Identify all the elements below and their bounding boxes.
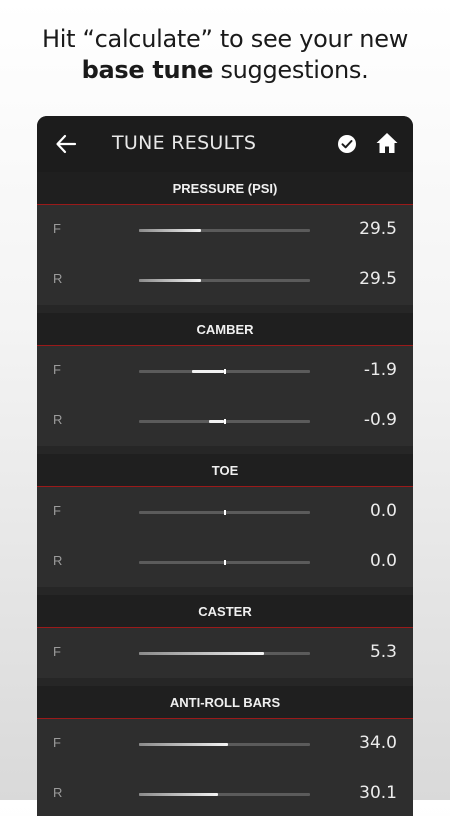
tune-row: R 29.5 <box>37 255 413 305</box>
tune-row: R -0.9 <box>37 396 413 446</box>
axle-label: F <box>53 644 61 659</box>
axle-label: F <box>53 221 61 236</box>
value-slider-track <box>139 652 310 655</box>
value-slider-track <box>139 510 310 515</box>
axle-label: F <box>53 503 61 518</box>
app-bar: TUNE RESULTS <box>37 116 413 172</box>
tune-row: F 34.0 <box>37 719 413 769</box>
check-circle-icon[interactable] <box>337 134 357 154</box>
tune-value: -1.9 <box>363 360 397 380</box>
tune-value: 29.5 <box>359 219 397 239</box>
value-slider-track <box>139 743 310 746</box>
tune-value: 34.0 <box>359 733 397 753</box>
section-divider <box>37 305 413 313</box>
value-slider-track <box>139 279 310 282</box>
value-slider-track <box>139 793 310 796</box>
caption-line-2: base tune suggestions. <box>0 55 450 86</box>
tune-row: R 30.1 <box>37 769 413 816</box>
section-divider <box>37 587 413 595</box>
caption-rest: suggestions. <box>213 56 369 84</box>
screen-title: TUNE RESULTS <box>112 132 257 154</box>
axle-label: F <box>53 735 61 750</box>
back-arrow-icon[interactable] <box>55 133 77 155</box>
tune-row: F 0.0 <box>37 487 413 537</box>
value-slider-fill <box>192 370 225 373</box>
value-slider-track <box>139 369 310 374</box>
section-header: TOE <box>37 454 413 487</box>
tune-value: 29.5 <box>359 269 397 289</box>
promo-caption: Hit “calculate” to see your new base tun… <box>0 24 450 86</box>
slider-center-mark <box>223 419 226 424</box>
value-slider-fill <box>139 229 201 232</box>
section-header: CASTER <box>37 595 413 628</box>
tune-value: 0.0 <box>369 501 397 521</box>
slider-center-mark <box>223 560 226 565</box>
section-header: CAMBER <box>37 313 413 346</box>
tune-value: 0.0 <box>369 551 397 571</box>
section-divider <box>37 678 413 686</box>
value-slider-track <box>139 229 310 232</box>
slider-center-mark <box>223 369 226 374</box>
value-slider-fill <box>139 652 264 655</box>
tune-results-list: PRESSURE (PSI) F 29.5 R 29.5 CAMBER F -1.9 R -0.9… <box>37 172 413 816</box>
tune-value: 5.3 <box>369 642 397 662</box>
section-divider <box>37 446 413 454</box>
value-slider-track <box>139 560 310 565</box>
slider-center-mark <box>223 510 226 515</box>
caption-line-1: Hit “calculate” to see your new <box>41 25 409 53</box>
home-icon[interactable] <box>375 131 399 155</box>
section-header: PRESSURE (PSI) <box>37 172 413 205</box>
value-slider-fill <box>139 279 201 282</box>
axle-label: F <box>53 362 61 377</box>
value-slider-fill <box>139 743 228 746</box>
caption-bold: base tune <box>81 56 214 84</box>
tune-row: F 5.3 <box>37 628 413 678</box>
value-slider-fill <box>139 793 218 796</box>
section-header: ANTI-ROLL BARS <box>37 686 413 719</box>
tune-value: -0.9 <box>363 410 397 430</box>
tune-row: F 29.5 <box>37 205 413 255</box>
axle-label: R <box>53 412 63 427</box>
axle-label: R <box>53 553 63 568</box>
axle-label: R <box>53 785 63 800</box>
value-slider-track <box>139 419 310 424</box>
axle-label: R <box>53 271 63 286</box>
tune-row: R 0.0 <box>37 537 413 587</box>
tune-value: 30.1 <box>359 783 397 803</box>
tune-row: F -1.9 <box>37 346 413 396</box>
value-slider-fill <box>209 420 225 423</box>
app-screen: TUNE RESULTS PRESSURE (PSI) F 29.5 R 29.5 CAM… <box>37 116 413 816</box>
